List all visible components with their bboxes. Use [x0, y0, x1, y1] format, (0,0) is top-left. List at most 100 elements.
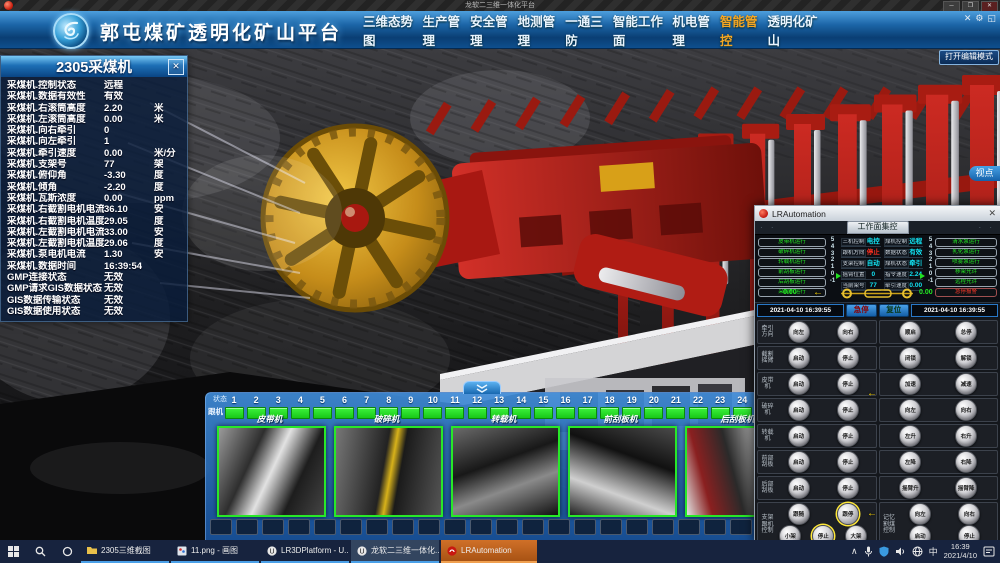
open-edit-mode-button[interactable]: 打开编辑模式 — [939, 50, 999, 65]
taskbar-task[interactable]: 11.png - 画图 — [171, 540, 259, 563]
round-control-button[interactable]: 启动 — [788, 399, 810, 421]
strip-slot[interactable] — [392, 519, 414, 535]
round-control-button[interactable]: 向左 — [899, 399, 921, 421]
round-control-button[interactable]: 停止 — [837, 425, 859, 447]
menu-item[interactable]: 地测管理 — [518, 11, 566, 49]
round-control-button[interactable]: 左降 — [899, 451, 921, 473]
menu-item[interactable]: 智能管控 — [720, 11, 768, 49]
taskbar-task[interactable]: ULR3DPlatform - U... — [261, 540, 349, 563]
taskbar-task[interactable]: U龙软二三维一体化... — [351, 540, 439, 563]
round-control-button[interactable]: 向右 — [958, 503, 980, 525]
menu-item[interactable]: 机电管理 — [672, 11, 720, 49]
round-control-button[interactable]: 启动 — [788, 425, 810, 447]
panel-close-icon[interactable]: ✕ — [168, 59, 184, 75]
menu-item[interactable]: 安全管理 — [470, 11, 518, 49]
run-status-button[interactable]: 移架允许 — [935, 268, 997, 277]
strip-slot[interactable] — [626, 519, 648, 535]
strip-slot[interactable] — [678, 519, 700, 535]
round-control-button[interactable]: 停止 — [837, 347, 859, 369]
menu-item[interactable]: 智能工作面 — [613, 11, 672, 49]
lr-close-icon[interactable]: ✕ — [988, 208, 996, 219]
run-status-button[interactable]: 乳化泵运行 — [935, 248, 997, 257]
speaker-icon[interactable] — [895, 546, 906, 557]
round-control-button[interactable]: 左升 — [899, 425, 921, 447]
round-control-button[interactable]: 右降 — [955, 451, 977, 473]
round-control-button[interactable]: 向右 — [955, 399, 977, 421]
round-control-button[interactable]: 启动 — [788, 477, 810, 499]
strip-slot[interactable] — [522, 519, 544, 535]
round-control-button[interactable]: 跟随 — [788, 503, 810, 525]
round-control-button[interactable]: 停止 — [837, 399, 859, 421]
run-status-button[interactable]: 皮带机运行 — [758, 238, 826, 247]
strip-slot[interactable] — [262, 519, 284, 535]
strip-slot[interactable] — [496, 519, 518, 535]
camera-feed[interactable] — [217, 426, 326, 517]
round-control-button[interactable]: 启动 — [788, 373, 810, 395]
run-status-button[interactable]: 清水泵运行 — [935, 238, 997, 247]
camera-feed[interactable] — [334, 426, 443, 517]
strip-slot[interactable] — [704, 519, 726, 535]
strip-slot[interactable] — [730, 519, 752, 535]
strip-slot[interactable] — [600, 519, 622, 535]
camera-feed[interactable] — [568, 426, 677, 517]
camera-feed[interactable] — [451, 426, 560, 517]
tools-icon[interactable]: ✕ — [964, 13, 972, 24]
round-control-button[interactable]: 向左 — [909, 503, 931, 525]
strip-slot[interactable] — [418, 519, 440, 535]
input-method-indicator[interactable]: 中 — [929, 545, 938, 558]
run-status-button[interactable]: 破碎机运行 — [758, 248, 826, 257]
shield-icon[interactable] — [879, 546, 889, 557]
round-control-button[interactable]: 向左 — [788, 321, 810, 343]
strip-slot[interactable] — [574, 519, 596, 535]
strip-slot[interactable] — [314, 519, 336, 535]
clock[interactable]: 16:39 2021/4/10 — [944, 543, 977, 560]
taskbar-task[interactable]: 2305三维截图 — [81, 540, 169, 563]
round-control-button[interactable]: 顺启 — [899, 321, 921, 343]
menu-item[interactable]: 一通三防 — [565, 11, 613, 49]
round-control-button[interactable]: 总停 — [955, 321, 977, 343]
round-control-button[interactable]: 右升 — [955, 425, 977, 447]
strip-slot[interactable] — [288, 519, 310, 535]
run-status-button[interactable]: 前刮板运行 — [758, 268, 826, 277]
round-control-button[interactable]: 停止 — [837, 373, 859, 395]
round-control-button[interactable]: 加速 — [899, 373, 921, 395]
round-control-button[interactable]: 摇臂降 — [955, 477, 977, 499]
tab-workface-control[interactable]: 工作面集控 — [847, 221, 909, 234]
camera-feed[interactable] — [685, 426, 758, 517]
layout-icon[interactable]: ◱ — [987, 13, 996, 24]
lr-titlebar[interactable]: LRAutomation ✕ — [755, 206, 1000, 221]
round-control-button[interactable]: 启动 — [788, 451, 810, 473]
strip-slot[interactable] — [548, 519, 570, 535]
menu-item[interactable]: 透明化矿山 — [768, 11, 827, 49]
reset-button[interactable]: 复位 — [879, 304, 910, 317]
round-control-button[interactable]: 减速 — [955, 373, 977, 395]
viewpoint-tab[interactable]: 视点 — [969, 166, 1000, 181]
strip-slot[interactable] — [652, 519, 674, 535]
gear-icon[interactable]: ⚙ — [975, 13, 983, 24]
strip-slot[interactable] — [236, 519, 258, 535]
round-control-button[interactable]: 停止 — [837, 477, 859, 499]
notification-center-icon[interactable] — [983, 546, 995, 557]
round-control-button[interactable]: 闭锁 — [899, 347, 921, 369]
microphone-icon[interactable] — [864, 546, 873, 557]
strip-slot[interactable] — [340, 519, 362, 535]
strip-slot[interactable] — [470, 519, 492, 535]
menu-item[interactable]: 生产管理 — [422, 11, 470, 49]
strip-slot[interactable] — [210, 519, 232, 535]
round-control-button[interactable]: 停止 — [837, 451, 859, 473]
search-icon[interactable] — [27, 540, 54, 563]
run-status-button[interactable]: 喷雾泵运行 — [935, 258, 997, 267]
taskbar-task[interactable]: LRAutomation — [441, 540, 537, 563]
strip-slot[interactable] — [366, 519, 388, 535]
run-status-button[interactable]: 转载机运行 — [758, 258, 826, 267]
round-control-button[interactable]: 向右 — [837, 321, 859, 343]
strip-slot[interactable] — [444, 519, 466, 535]
network-globe-icon[interactable] — [912, 546, 923, 557]
round-control-button[interactable]: 跟停 — [837, 503, 859, 525]
estop-button[interactable]: 急停 — [846, 304, 877, 317]
cortana-icon[interactable] — [54, 540, 81, 563]
round-control-button[interactable]: 摇臂升 — [899, 477, 921, 499]
menu-item[interactable]: 三维态势图 — [363, 11, 422, 49]
tray-chevron-icon[interactable]: ∧ — [851, 546, 858, 557]
round-control-button[interactable]: 启动 — [788, 347, 810, 369]
